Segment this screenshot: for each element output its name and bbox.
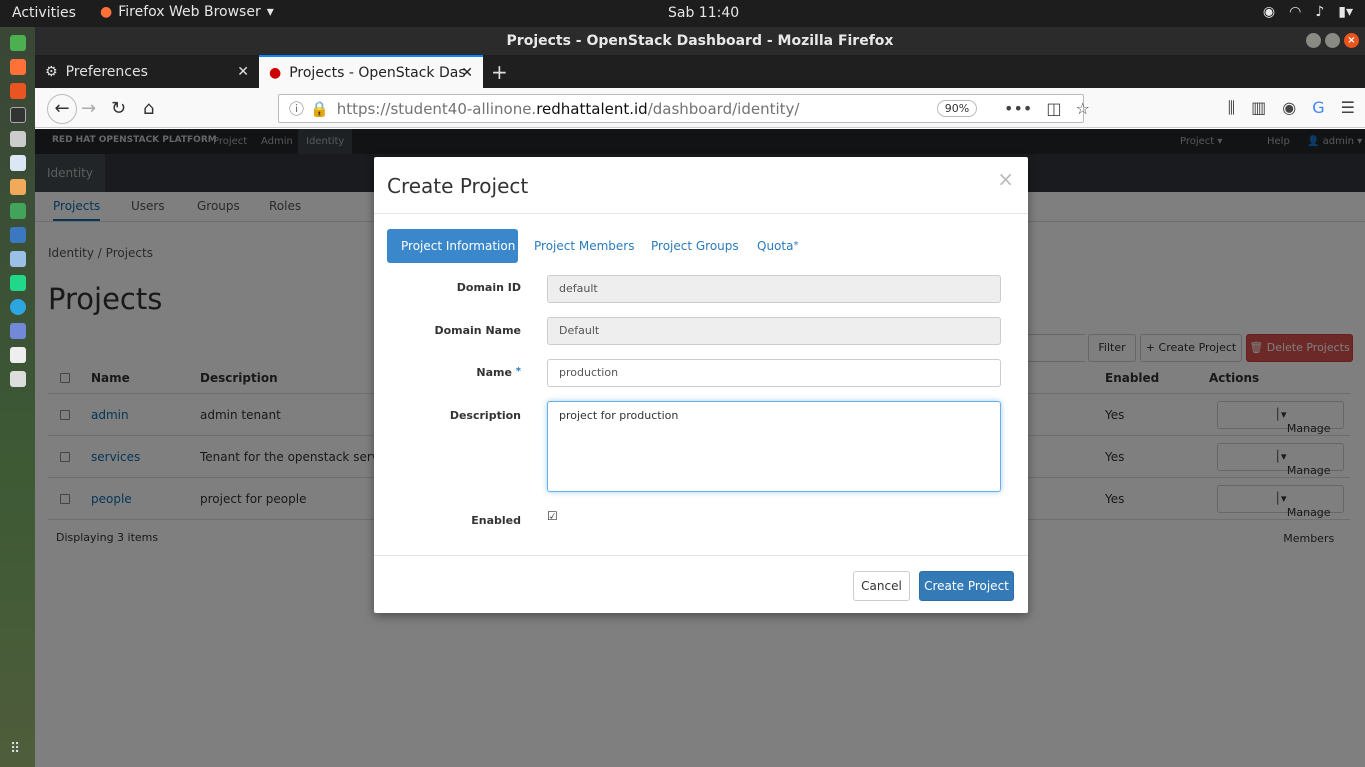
library-icon[interactable]: ⫼ (1228, 98, 1235, 118)
required-mark: * (793, 240, 799, 251)
minimize-icon[interactable] (1306, 33, 1321, 48)
system-top-bar: Activities ● Firefox Web Browser ▾ Sab 11:… (0, 0, 1365, 27)
domain-id-label: Domain ID (456, 281, 521, 294)
lock-warning-icon[interactable]: 🔒 (310, 100, 329, 118)
wifi-icon: ◠ (1289, 4, 1302, 20)
modal-footer: Cancel Create Project (374, 555, 1028, 613)
domain-name-label: Domain Name (434, 324, 521, 337)
page-actions-icon[interactable]: ••• (1004, 99, 1032, 118)
telegram-icon[interactable] (9, 299, 26, 315)
viewer-icon[interactable] (9, 371, 26, 387)
window-title-text: Projects - OpenStack Dashboard - Mozilla… (506, 33, 894, 49)
required-mark: * (515, 366, 521, 377)
tab-project-information[interactable]: Project Information * (387, 229, 518, 285)
domain-name-field: Default (547, 317, 1001, 345)
firefox-dock-icon[interactable] (9, 59, 26, 75)
close-tab-icon[interactable]: ✕ (461, 65, 473, 81)
url-path: /dashboard/identity/ (647, 99, 800, 118)
tab-bar: ⚙ Preferences ✕ ● Projects - OpenStack Das ✕… (35, 55, 1365, 88)
forward-icon[interactable]: → (81, 98, 96, 119)
modal-close-icon[interactable]: × (997, 167, 1014, 191)
tab-label: Preferences (65, 63, 148, 80)
tab-label: Quota (757, 239, 794, 253)
chevron-down-icon: ▾ (266, 4, 274, 20)
clock[interactable]: Sab 11:40 (668, 5, 739, 21)
back-icon[interactable]: ← (47, 94, 77, 124)
discord-dock-icon[interactable] (9, 323, 26, 339)
sidebar-icon[interactable]: ▥ (1251, 98, 1266, 118)
dock: ⠿ (0, 27, 35, 767)
tab-project-groups[interactable]: Project Groups (651, 229, 739, 263)
account-icon[interactable]: ◉ (1282, 98, 1296, 118)
name-label: Name * (476, 366, 521, 379)
app-menu-label: Firefox Web Browser (118, 4, 261, 20)
files-icon[interactable] (9, 131, 26, 147)
activities-button[interactable]: Activities (12, 5, 76, 21)
enabled-checkbox[interactable]: ☑ (547, 509, 558, 523)
writer-icon[interactable] (9, 155, 26, 171)
tab-label: Projects - OpenStack Das (289, 64, 466, 81)
enabled-label: Enabled (471, 514, 521, 527)
firefox-icon: ● (100, 4, 113, 20)
software-icon[interactable] (9, 83, 26, 99)
bookmark-star-icon[interactable]: ☆ (1075, 99, 1089, 118)
calc-icon[interactable] (9, 203, 26, 219)
app-menu[interactable]: ● Firefox Web Browser ▾ (100, 4, 274, 20)
description-textarea[interactable]: project for production (547, 401, 1001, 492)
show-apps-icon[interactable]: ⠿ (10, 741, 20, 757)
home-icon[interactable]: ⌂ (143, 98, 154, 119)
impress-icon[interactable] (9, 179, 26, 195)
tab-projects[interactable]: ● Projects - OpenStack Das ✕ (259, 55, 483, 88)
info-icon[interactable]: ⓘ (289, 98, 304, 119)
reload-icon[interactable]: ↻ (111, 98, 126, 119)
gear-icon: ⚙ (45, 63, 58, 80)
url-bar[interactable]: ⓘ 🔒 https://student40-allinone. redhattale… (278, 94, 1090, 123)
window-title: Projects - OpenStack Dashboard - Mozilla… (35, 27, 1365, 55)
discord-icon: ◉ (1262, 4, 1276, 20)
create-project-modal: Create Project × Project Information * P… (374, 157, 1028, 613)
translate-icon[interactable]: G (1312, 98, 1324, 118)
cancel-button[interactable]: Cancel (853, 571, 910, 601)
new-tab-icon[interactable]: + (491, 60, 508, 84)
nav-bar: ← → ↻ ⌂ ⓘ 🔒 https://student40-allinone. re… (35, 88, 1365, 128)
name-label-text: Name (476, 366, 512, 379)
tab-quota[interactable]: Quota* (757, 229, 798, 263)
battery-icon: ▮▾ (1338, 4, 1353, 20)
tab-project-members[interactable]: Project Members (534, 229, 634, 263)
redhat-icon: ● (269, 64, 282, 81)
volume-icon: ♪ (1315, 4, 1325, 20)
tab-preferences[interactable]: ⚙ Preferences ✕ (35, 55, 259, 88)
chrome-icon[interactable] (9, 35, 26, 51)
maximize-icon[interactable] (1325, 33, 1340, 48)
description-label: Description (449, 409, 521, 422)
close-tab-icon[interactable]: ✕ (237, 64, 249, 80)
zoom-level[interactable]: 90% (937, 100, 977, 117)
modal-title: Create Project (387, 174, 529, 198)
url-prefix: https://student40-allinone. (336, 99, 537, 118)
required-mark: * (401, 274, 406, 285)
app-icon[interactable] (9, 227, 26, 243)
create-project-submit-button[interactable]: Create Project (919, 571, 1014, 601)
pycharm-icon[interactable] (9, 275, 26, 291)
close-window-icon[interactable]: × (1344, 33, 1359, 48)
menu-icon[interactable]: ☰ (1341, 98, 1355, 118)
system-tray[interactable]: ◉ ◠ ♪ ▮▾ (1263, 4, 1353, 20)
url-domain: redhattalent.id (536, 99, 648, 118)
terminal-icon[interactable] (9, 107, 26, 123)
editor-icon[interactable] (9, 347, 26, 363)
domain-id-field: default (547, 275, 1001, 303)
name-field[interactable]: production (547, 359, 1001, 387)
virtualbox-icon[interactable] (9, 251, 26, 267)
pocket-icon[interactable]: ◫ (1046, 99, 1061, 118)
modal-header: Create Project × (374, 157, 1028, 214)
tab-label: Project Information (401, 239, 516, 253)
